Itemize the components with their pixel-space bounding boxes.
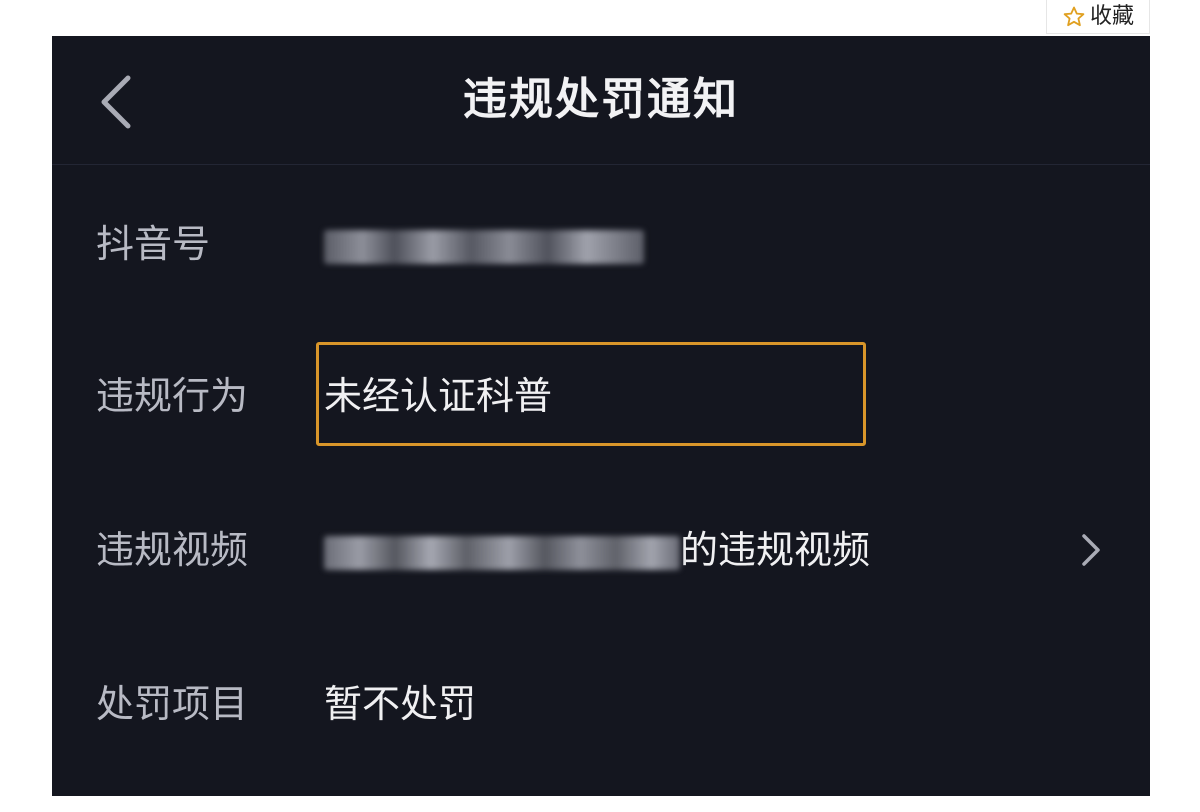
row-label: 处罚项目 (96, 682, 249, 726)
row-violation-video[interactable]: 违规视频 的违规视频 (52, 510, 1150, 590)
violation-behavior-value: 未经认证科普 (324, 374, 553, 418)
video-date-obscured (324, 535, 680, 570)
page-title: 违规处罚通知 (463, 74, 739, 125)
row-label: 抖音号 (96, 222, 211, 266)
nav-header: 违规处罚通知 (52, 36, 1150, 165)
favorite-button[interactable]: 收藏 (1046, 0, 1150, 34)
row-penalty: 处罚项目 暂不处罚 (52, 664, 1150, 744)
notification-screen: 违规处罚通知 抖音号 违规行为 未经认证科普 违规视频 的违规视频 处罚项目 暂… (52, 36, 1150, 796)
favorite-label: 收藏 (1089, 3, 1134, 29)
star-outline-icon (1062, 5, 1086, 29)
account-id-obscured (324, 204, 644, 284)
violation-video-value: 的违规视频 (324, 510, 870, 590)
penalty-value: 暂不处罚 (324, 682, 477, 726)
violation-video-suffix: 的违规视频 (680, 528, 871, 572)
row-violation-behavior: 违规行为 未经认证科普 (52, 356, 1150, 436)
row-label: 违规行为 (96, 374, 249, 418)
row-label: 违规视频 (96, 528, 249, 572)
chevron-right-icon[interactable] (1076, 510, 1106, 590)
row-account-id: 抖音号 (52, 204, 1150, 284)
